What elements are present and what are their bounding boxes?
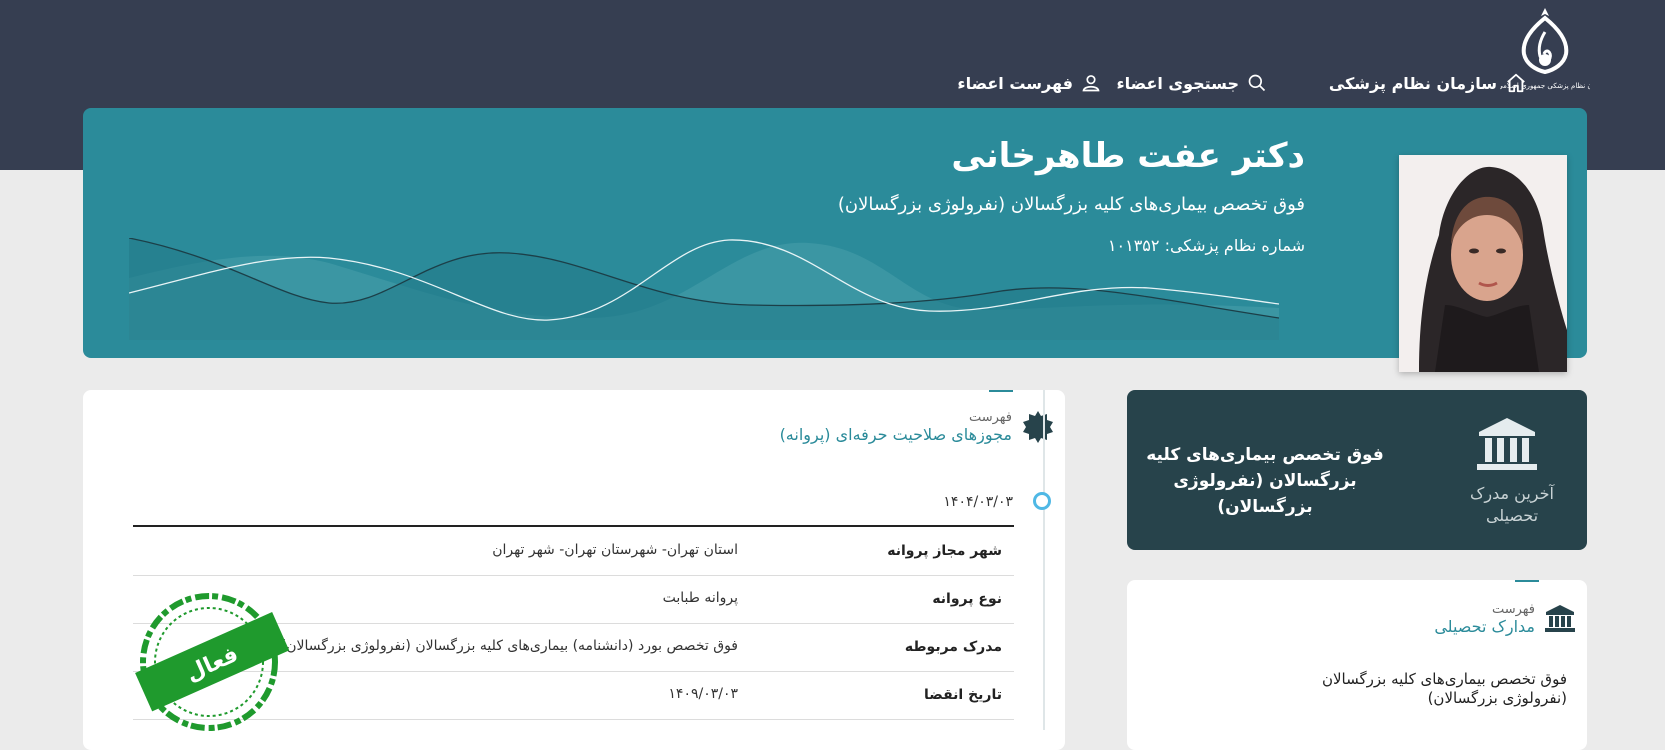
license-section-subtitle: فهرست bbox=[968, 410, 1012, 425]
row-label: شهر مجاز پروانه bbox=[887, 543, 1002, 559]
education-card: فهرست مدارک تحصیلی فوق تخصص بیماری‌های ک… bbox=[1127, 580, 1587, 750]
table-row: شهر مجاز پروانه استان تهران- شهرستان تهر… bbox=[133, 527, 1014, 576]
nav-home-label: سازمان نظام پزشکی bbox=[1328, 73, 1497, 93]
nav-search-label: جستجوی اعضاء bbox=[1116, 73, 1239, 93]
row-value: ۱۴۰۹/۰۳/۰۳ bbox=[668, 686, 738, 702]
doctor-photo bbox=[1399, 155, 1567, 372]
user-icon bbox=[1082, 75, 1100, 92]
profile-banner: دکتر عفت طاهرخانی فوق تخصص بیماری‌های کل… bbox=[83, 108, 1587, 358]
timeline-dot[interactable] bbox=[1033, 492, 1051, 510]
row-label: مدرک مربوطه bbox=[904, 639, 1002, 655]
latest-degree-label: آخرین مدرک تحصیلی bbox=[1470, 484, 1554, 525]
nav-home[interactable]: سازمان نظام پزشکی bbox=[1329, 66, 1527, 100]
row-label: نوع پروانه bbox=[932, 591, 1002, 607]
search-icon bbox=[1248, 74, 1266, 92]
medical-council-number: شماره نظام پزشکی: ۱۰۱۳۵۲ bbox=[1107, 236, 1305, 255]
institution-icon bbox=[1545, 605, 1575, 632]
license-date: ۱۴۰۴/۰۳/۰۳ bbox=[943, 494, 1013, 510]
latest-degree-value: فوق تخصص بیماری‌های کلیه بزرگسالان (نفرو… bbox=[1146, 445, 1384, 517]
doctor-name: دکتر عفت طاهرخانی bbox=[951, 136, 1305, 176]
row-value: فوق تخصص بورد (دانشنامه) بیماری‌های کلیه… bbox=[280, 638, 738, 654]
row-value: استان تهران- شهرستان تهران- شهر تهران bbox=[492, 542, 738, 558]
nav-members-label: فهرست اعضاء bbox=[957, 73, 1073, 93]
badge-icon bbox=[1023, 411, 1053, 443]
timeline-line bbox=[1043, 390, 1045, 730]
row-label: تاریخ انقضا bbox=[924, 687, 1002, 703]
institution-icon bbox=[1477, 418, 1537, 470]
nav-search-members[interactable]: جستجوی اعضاء bbox=[1116, 66, 1267, 100]
license-section-title: مجوزهای صلاحیت حرفه‌ای (پروانه) bbox=[779, 425, 1012, 444]
wave-decoration bbox=[129, 238, 1279, 340]
latest-degree-card: آخرین مدرک تحصیلی فوق تخصص بیماری‌های کل… bbox=[1127, 390, 1587, 550]
education-section-subtitle: فهرست bbox=[1491, 602, 1535, 617]
active-stamp: فعال bbox=[135, 593, 290, 731]
list-item: فوق تخصص بیماری‌های کلیه بزرگسالان (نفرو… bbox=[1321, 670, 1567, 707]
section-accent bbox=[1515, 580, 1539, 582]
education-section-title: مدارک تحصیلی bbox=[1434, 617, 1535, 636]
nav-members-list[interactable]: فهرست اعضاء bbox=[957, 66, 1101, 100]
row-value: پروانه طبابت bbox=[662, 590, 738, 606]
home-icon bbox=[1507, 73, 1525, 93]
doctor-specialty: فوق تخصص بیماری‌های کلیه بزرگسالان (نفرو… bbox=[837, 194, 1305, 215]
license-card: فهرست مجوزهای صلاحیت حرفه‌ای (پروانه) ۱۴… bbox=[83, 390, 1065, 750]
section-accent bbox=[989, 390, 1013, 392]
